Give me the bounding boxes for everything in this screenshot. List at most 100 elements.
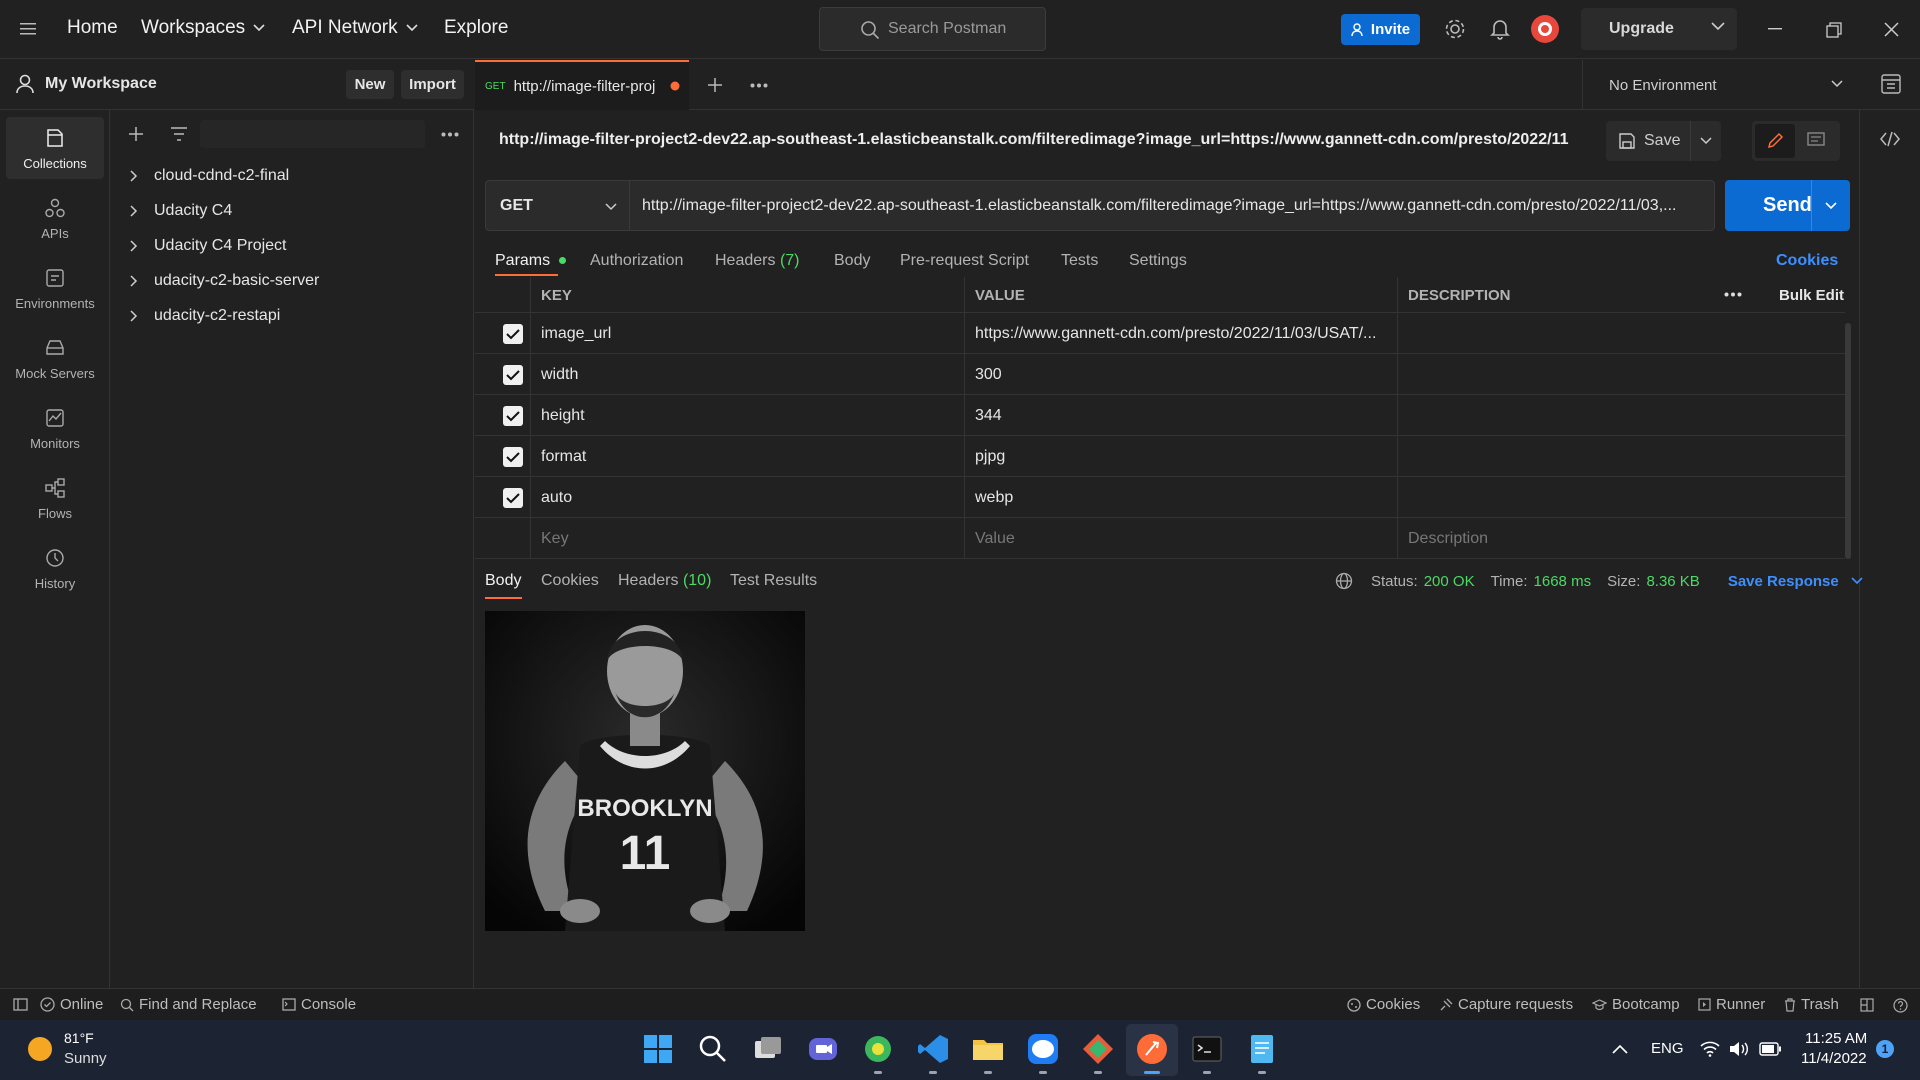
checkbox[interactable] — [503, 324, 523, 344]
terminal-icon[interactable] — [1190, 1032, 1224, 1066]
rail-history[interactable]: History — [6, 537, 104, 599]
rail-flows[interactable]: Flows — [6, 467, 104, 529]
help-icon[interactable] — [1893, 998, 1908, 1013]
param-description[interactable] — [1397, 436, 1837, 477]
restore-icon[interactable] — [1826, 22, 1842, 38]
postman-icon[interactable] — [1135, 1032, 1169, 1066]
param-key[interactable]: auto — [530, 477, 960, 518]
tab-prerequest-script[interactable]: Pre-request Script — [900, 252, 1029, 270]
git-client-icon[interactable] — [1081, 1032, 1115, 1066]
environment-select[interactable]: No Environment — [1582, 60, 1862, 110]
language-indicator[interactable]: ENG — [1651, 1040, 1684, 1057]
environment-quick-look-icon[interactable] — [1881, 74, 1901, 94]
capture-requests-button[interactable]: Capture requests — [1439, 996, 1573, 1013]
tab-settings[interactable]: Settings — [1129, 252, 1187, 270]
toggle-sidebar-icon[interactable] — [13, 998, 28, 1011]
collections-search-input[interactable] — [200, 120, 425, 148]
workspace-name[interactable]: My Workspace — [45, 75, 157, 93]
file-explorer-icon[interactable] — [971, 1032, 1005, 1066]
task-view-icon[interactable] — [751, 1032, 785, 1066]
nav-explore[interactable]: Explore — [444, 17, 508, 39]
teams-chat-icon[interactable] — [806, 1032, 840, 1066]
cookies-button[interactable]: Cookies — [1347, 996, 1420, 1013]
weather-condition[interactable]: Sunny — [64, 1050, 107, 1067]
param-description[interactable] — [1397, 313, 1837, 354]
new-key-input[interactable]: Key — [530, 518, 960, 559]
save-response-button[interactable]: Save Response — [1728, 573, 1839, 590]
settings-gear-icon[interactable] — [1444, 18, 1466, 40]
cookies-link[interactable]: Cookies — [1776, 252, 1838, 270]
plus-icon[interactable] — [128, 126, 144, 142]
params-scrollbar[interactable] — [1845, 323, 1851, 559]
collection-item[interactable]: udacity-c2-basic-server — [130, 272, 319, 290]
bootcamp-button[interactable]: Bootcamp — [1592, 996, 1680, 1013]
save-button[interactable]: Save — [1606, 121, 1721, 161]
menu-icon[interactable] — [20, 22, 36, 36]
minimize-icon[interactable] — [1768, 28, 1782, 30]
clock-time[interactable]: 11:25 AM — [1805, 1030, 1867, 1047]
upgrade-button[interactable]: Upgrade — [1581, 8, 1737, 50]
checkbox[interactable] — [503, 365, 523, 385]
zalo-icon[interactable] — [1026, 1032, 1060, 1066]
param-value[interactable]: 300 — [964, 354, 1394, 395]
param-value[interactable]: pjpg — [964, 436, 1394, 477]
chevron-down-icon[interactable] — [1851, 577, 1863, 585]
chevron-up-icon[interactable] — [1612, 1044, 1628, 1054]
param-description[interactable] — [1397, 354, 1837, 395]
wifi-icon[interactable] — [1700, 1041, 1720, 1057]
notepad-icon[interactable] — [1245, 1032, 1279, 1066]
param-key[interactable]: image_url — [530, 313, 960, 354]
url-input[interactable]: http://image-filter-project2-dev22.ap-so… — [630, 180, 1715, 231]
runner-button[interactable]: Runner — [1698, 996, 1765, 1013]
code-snippet-icon[interactable] — [1880, 131, 1900, 147]
chevron-down-icon[interactable] — [1825, 202, 1837, 210]
more-options-icon[interactable] — [1724, 292, 1742, 297]
param-key[interactable]: width — [530, 354, 960, 395]
nav-api-network[interactable]: API Network — [292, 17, 418, 39]
request-title[interactable]: http://image-filter-project2-dev22.ap-so… — [499, 131, 1569, 149]
collection-item[interactable]: cloud-cdnd-c2-final — [130, 167, 289, 185]
param-key[interactable]: height — [530, 395, 960, 436]
sun-weather-icon[interactable] — [27, 1036, 53, 1062]
response-tab-cookies[interactable]: Cookies — [541, 572, 599, 590]
windows-start-icon[interactable] — [641, 1032, 675, 1066]
response-tab-body[interactable]: Body — [485, 572, 521, 590]
rail-environments[interactable]: Environments — [6, 257, 104, 319]
new-button[interactable]: New — [346, 70, 394, 99]
param-value[interactable]: https://www.gannett-cdn.com/presto/2022/… — [964, 313, 1394, 354]
tab-body[interactable]: Body — [834, 252, 870, 270]
new-description-input[interactable]: Description — [1397, 518, 1837, 559]
import-button[interactable]: Import — [401, 70, 464, 99]
collection-item[interactable]: udacity-c2-restapi — [130, 307, 280, 325]
nav-home[interactable]: Home — [67, 17, 118, 39]
checkbox[interactable] — [503, 447, 523, 467]
trash-button[interactable]: Trash — [1784, 996, 1839, 1013]
chevron-down-icon[interactable] — [1700, 137, 1712, 145]
time-value[interactable]: 1668 ms — [1534, 573, 1592, 590]
app-green-icon[interactable] — [861, 1032, 895, 1066]
new-value-input[interactable]: Value — [964, 518, 1394, 559]
rail-collections[interactable]: Collections — [6, 117, 104, 179]
rail-monitors[interactable]: Monitors — [6, 397, 104, 459]
search-icon[interactable] — [696, 1032, 730, 1066]
param-value[interactable]: 344 — [964, 395, 1394, 436]
clock-date[interactable]: 11/4/2022 — [1801, 1050, 1867, 1067]
param-value[interactable]: webp — [964, 477, 1394, 518]
collection-item[interactable]: Udacity C4 — [130, 202, 232, 220]
search-input[interactable]: Search Postman — [819, 7, 1046, 51]
volume-icon[interactable] — [1729, 1041, 1749, 1057]
notification-badge[interactable]: 1 — [1876, 1040, 1894, 1058]
filter-icon[interactable] — [170, 127, 188, 141]
bulk-edit-button[interactable]: Bulk Edit — [1768, 277, 1848, 313]
more-tabs-icon[interactable] — [750, 83, 768, 88]
find-replace-button[interactable]: Find and Replace — [120, 996, 257, 1013]
tab-headers[interactable]: Headers (7) — [715, 252, 800, 270]
send-button[interactable]: Send — [1725, 180, 1850, 231]
bell-icon[interactable] — [1490, 18, 1510, 40]
console-button[interactable]: Console — [282, 996, 356, 1013]
param-key[interactable]: format — [530, 436, 960, 477]
battery-icon[interactable] — [1759, 1042, 1781, 1056]
request-tab[interactable]: GET http://image-filter-proj — [475, 60, 689, 110]
param-description[interactable] — [1397, 477, 1837, 518]
response-tab-headers[interactable]: Headers (10) — [618, 572, 711, 590]
